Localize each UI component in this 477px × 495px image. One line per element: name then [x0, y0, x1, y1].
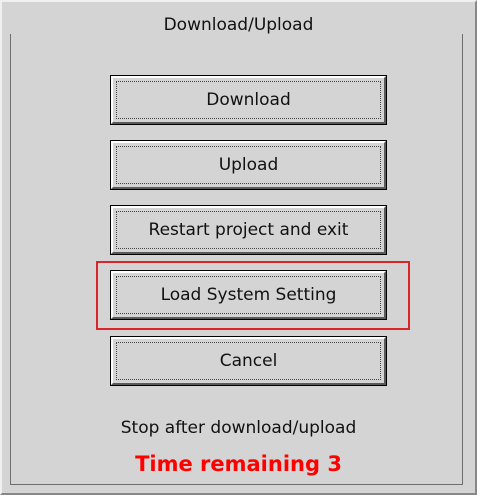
stop-note: Stop after download/upload	[120, 418, 357, 438]
load-system-setting-button-label: Load System Setting	[160, 285, 337, 305]
upload-button-label: Upload	[218, 155, 279, 175]
time-remaining: Time remaining 3	[135, 452, 342, 476]
cancel-button[interactable]: Cancel	[110, 336, 387, 386]
download-button-label: Download	[206, 90, 291, 110]
upload-button[interactable]: Upload	[110, 140, 387, 190]
load-system-setting-button[interactable]: Load System Setting	[110, 270, 387, 320]
dialog-title-bar: Download/Upload	[2, 15, 475, 35]
dialog-title: Download/Upload	[153, 15, 324, 35]
cancel-button-label: Cancel	[219, 351, 278, 371]
download-button[interactable]: Download	[110, 75, 387, 125]
restart-project-button[interactable]: Restart project and exit	[110, 205, 387, 255]
restart-project-button-label: Restart project and exit	[148, 220, 349, 240]
